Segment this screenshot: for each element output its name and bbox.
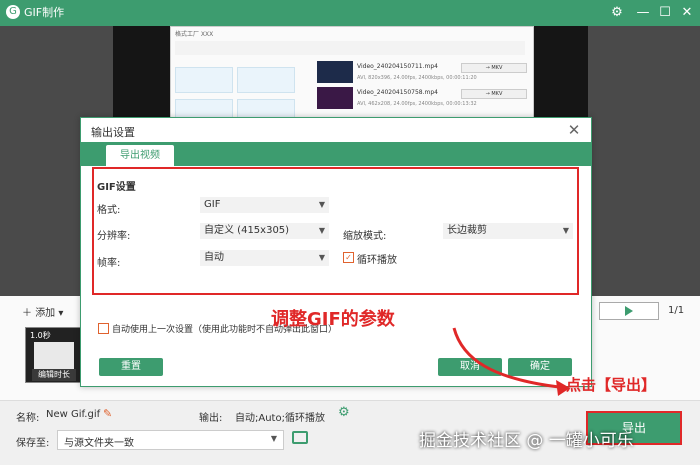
chevron-down-icon: ▼ — [270, 434, 277, 443]
inner-toolbar — [175, 41, 525, 55]
clip-duration: 1.0秒 — [30, 331, 51, 340]
name-value: New Gif.gif — [46, 409, 101, 420]
title-bar: G GIF制作 ⚙ — ☐ ✕ — [0, 0, 700, 26]
inner-app-title: 格式工厂 XXX — [175, 31, 214, 38]
inner-tile — [175, 67, 233, 93]
close-button[interactable]: ✕ — [676, 3, 698, 23]
output-value: 自动;Auto;循环播放 — [235, 413, 325, 424]
inner-thumbnail — [317, 87, 353, 109]
maximize-button[interactable]: ☐ — [654, 3, 676, 23]
highlight-gif-settings — [92, 167, 579, 295]
inner-file-name: Video_240204150711.mp4 — [357, 63, 438, 70]
settings-icon[interactable]: ⚙ — [606, 3, 628, 23]
add-button[interactable]: ＋ 添加 ▾ — [22, 304, 63, 319]
clip-thumbnail[interactable]: 1.0秒 编辑时长 — [25, 327, 83, 383]
play-button[interactable] — [599, 302, 659, 320]
inner-output-format: → MKV — [461, 89, 527, 99]
minimize-button[interactable]: — — [632, 3, 654, 23]
dialog-close-icon[interactable]: ✕ — [565, 120, 583, 140]
plus-icon: ＋ — [22, 308, 36, 319]
use-last-checkbox[interactable] — [98, 323, 109, 334]
inner-output-format: → MKV — [461, 63, 527, 73]
inner-file-name: Video_240204150758.mp4 — [357, 89, 438, 96]
app-title: GIF制作 — [24, 6, 65, 19]
inner-thumbnail — [317, 61, 353, 83]
inner-tile — [237, 67, 295, 93]
watermark-text: 掘金技术社区 @ 一罐小可乐 — [419, 431, 634, 451]
annotation-click-export: 点击【导出】 — [566, 376, 657, 394]
saveto-label: 保存至: — [16, 438, 50, 449]
dialog-tabbar: 导出视频 — [81, 142, 591, 166]
edit-pencil-icon[interactable]: ✎ — [103, 407, 112, 420]
output-settings-gear-icon[interactable]: ⚙ — [338, 405, 350, 420]
app-logo-icon: G — [6, 5, 20, 19]
name-label: 名称: — [16, 413, 40, 424]
tab-export-video[interactable]: 导出视频 — [106, 145, 174, 166]
inner-file-info: AVI, 462x208, 24.00fps, 2400kbps, 00:00:… — [357, 101, 477, 107]
reset-button[interactable]: 重置 — [99, 358, 163, 376]
dialog-title: 输出设置 — [91, 126, 135, 139]
page-indicator: 1/1 — [668, 305, 685, 316]
clip-image — [34, 342, 74, 370]
annotation-adjust-params: 调整GIF的参数 — [271, 309, 395, 330]
chevron-down-icon: ▾ — [55, 308, 64, 319]
folder-icon[interactable] — [292, 431, 308, 444]
saveto-select[interactable]: 与源文件夹一致 ▼ — [57, 430, 284, 450]
dialog-header: 输出设置 ✕ — [81, 118, 591, 142]
inner-file-info: AVI, 820x396, 24.00fps, 2400kbps, 00:00:… — [357, 75, 477, 81]
output-label: 输出: — [199, 413, 223, 424]
play-icon — [625, 306, 633, 316]
edit-duration-button[interactable]: 编辑时长 — [32, 369, 76, 381]
